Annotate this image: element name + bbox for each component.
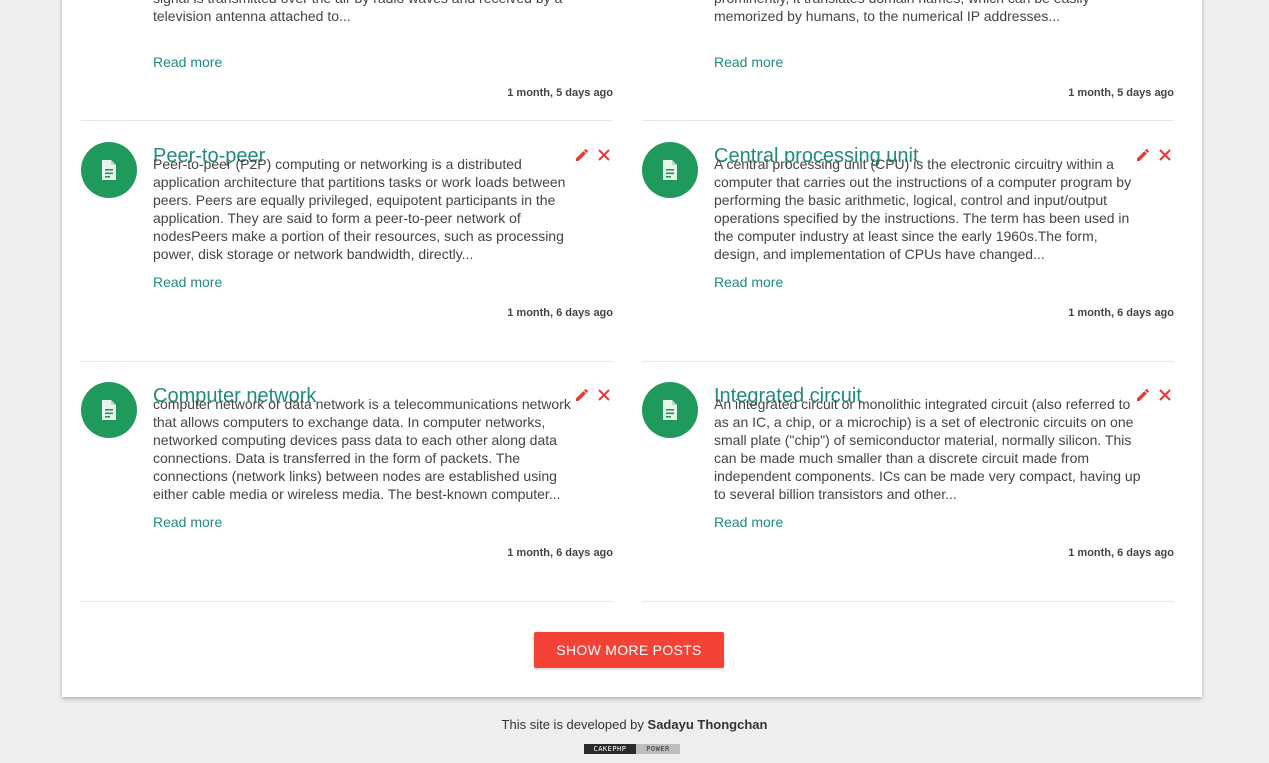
badge-right: POWER (636, 744, 680, 754)
post-timestamp: 1 month, 6 days ago (507, 547, 613, 559)
post-card: Central processing unit A central proces… (642, 121, 1174, 362)
post-timestamp: 1 month, 6 days ago (1068, 547, 1174, 559)
post-excerpt: Peer-to-peer (P2P) computing or networki… (153, 156, 566, 262)
document-icon (642, 382, 698, 438)
post-card: Computer network computer network or dat… (81, 361, 613, 602)
document-icon (81, 382, 137, 438)
footer-credit: This site is developed by Sadayu Thongch… (0, 717, 1269, 732)
post-excerpt: domain names assigned to each of the par… (714, 0, 1090, 24)
post-excerpt: contrasts with traditional terrestrial t… (153, 0, 562, 24)
post-timestamp: 1 month, 6 days ago (507, 307, 613, 319)
badge-left: CAKEPHP (584, 744, 636, 754)
footer-author: Sadayu Thongchan (647, 717, 768, 732)
post-card: contrasts with traditional terrestrial t… (81, 0, 613, 121)
document-icon (81, 142, 137, 198)
close-icon[interactable] (595, 146, 613, 164)
read-more-link[interactable]: Read more (714, 273, 783, 291)
post-excerpt: An integrated circuit or monolithic inte… (714, 396, 1141, 502)
show-more-posts-button[interactable]: SHOW MORE POSTS (534, 632, 724, 668)
post-card: Peer-to-peer Peer-to-peer (P2P) computin… (81, 121, 613, 362)
close-icon[interactable] (595, 386, 613, 404)
read-more-link[interactable]: Read more (153, 273, 222, 291)
post-timestamp: 1 month, 5 days ago (1068, 87, 1174, 99)
post-card: domain names assigned to each of the par… (642, 0, 1174, 121)
post-card: Integrated circuit An integrated circuit… (642, 361, 1174, 602)
post-excerpt: computer network or data network is a te… (153, 396, 571, 502)
footer-prefix: This site is developed by (501, 717, 644, 732)
read-more-link[interactable]: Read more (714, 513, 783, 531)
document-icon (642, 142, 698, 198)
read-more-link[interactable]: Read more (153, 53, 222, 71)
read-more-link[interactable]: Read more (153, 513, 222, 531)
post-timestamp: 1 month, 6 days ago (1068, 307, 1174, 319)
cakephp-power-badge[interactable]: CAKEPHP POWER (584, 744, 680, 754)
close-icon[interactable] (1156, 386, 1174, 404)
read-more-link[interactable]: Read more (714, 53, 783, 71)
post-timestamp: 1 month, 5 days ago (507, 87, 613, 99)
post-excerpt: A central processing unit (CPU) is the e… (714, 156, 1132, 262)
close-icon[interactable] (1156, 146, 1174, 164)
posts-card: contrasts with traditional terrestrial t… (62, 0, 1202, 697)
